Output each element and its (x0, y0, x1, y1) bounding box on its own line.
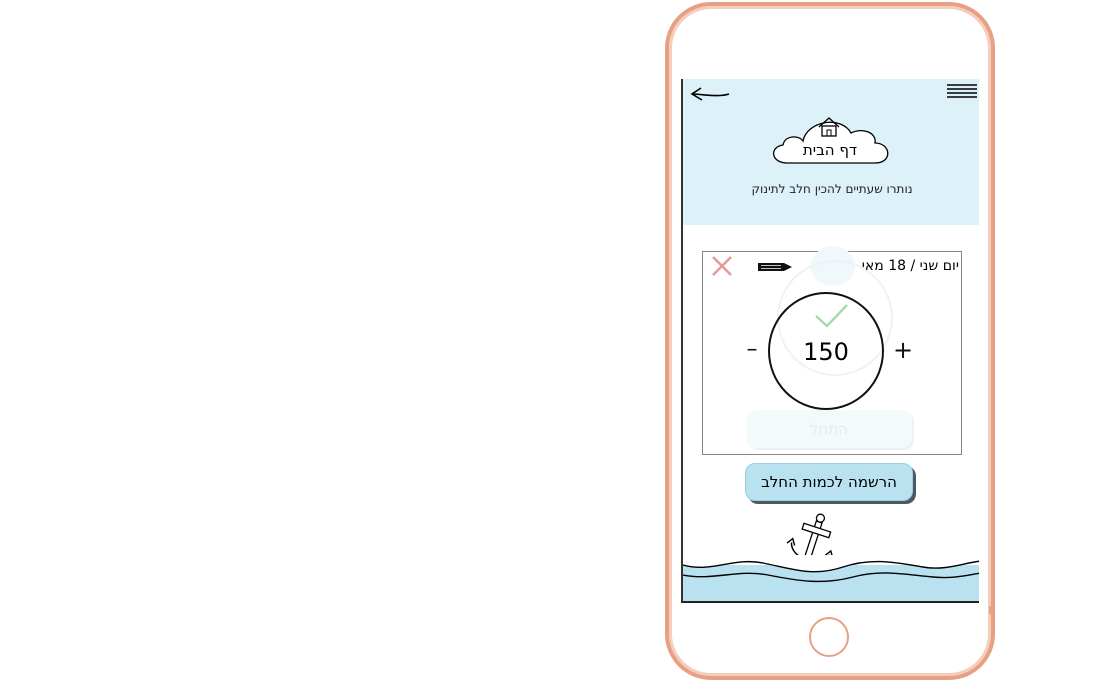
card-date: יום שני / 18 מאי (861, 258, 959, 274)
phone-home-button[interactable] (809, 617, 849, 657)
start-button[interactable]: התחל (746, 410, 912, 448)
increase-button[interactable]: + (892, 338, 914, 362)
amount-value: 150 (803, 338, 849, 366)
register-milk-button[interactable]: הרשמה לכמות החלב (745, 463, 913, 501)
app-screen: דף הבית נותרו שעתיים להכין חלב לתינוק יו… (681, 79, 979, 603)
reminder-text: נותרו שעתיים להכין חלב לתינוק (751, 182, 913, 196)
page-title: דף הבית (802, 141, 858, 159)
check-icon (815, 304, 848, 328)
feeding-card: יום שני / 18 מאי 150 – + התחל (702, 246, 962, 455)
pencil-icon[interactable] (757, 262, 793, 272)
waves (683, 555, 979, 601)
phone-side-button (989, 606, 995, 614)
hamburger-menu-icon[interactable] (946, 83, 978, 99)
header: דף הבית נותרו שעתיים להכין חלב לתינוק (683, 79, 979, 225)
close-icon[interactable] (711, 255, 733, 277)
decrease-button[interactable]: – (741, 339, 763, 362)
back-arrow-icon[interactable] (689, 85, 731, 101)
